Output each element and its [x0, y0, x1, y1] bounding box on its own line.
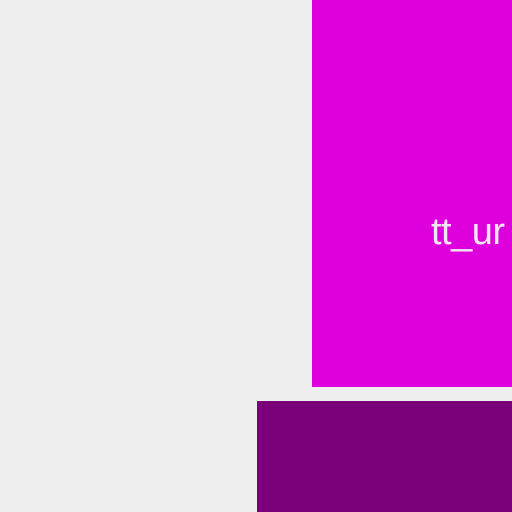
app-canvas: tt_ur [0, 0, 512, 512]
purple-tile[interactable] [257, 401, 512, 512]
tile-label: tt_ur [431, 211, 505, 253]
magenta-tile[interactable]: tt_ur [312, 0, 512, 387]
